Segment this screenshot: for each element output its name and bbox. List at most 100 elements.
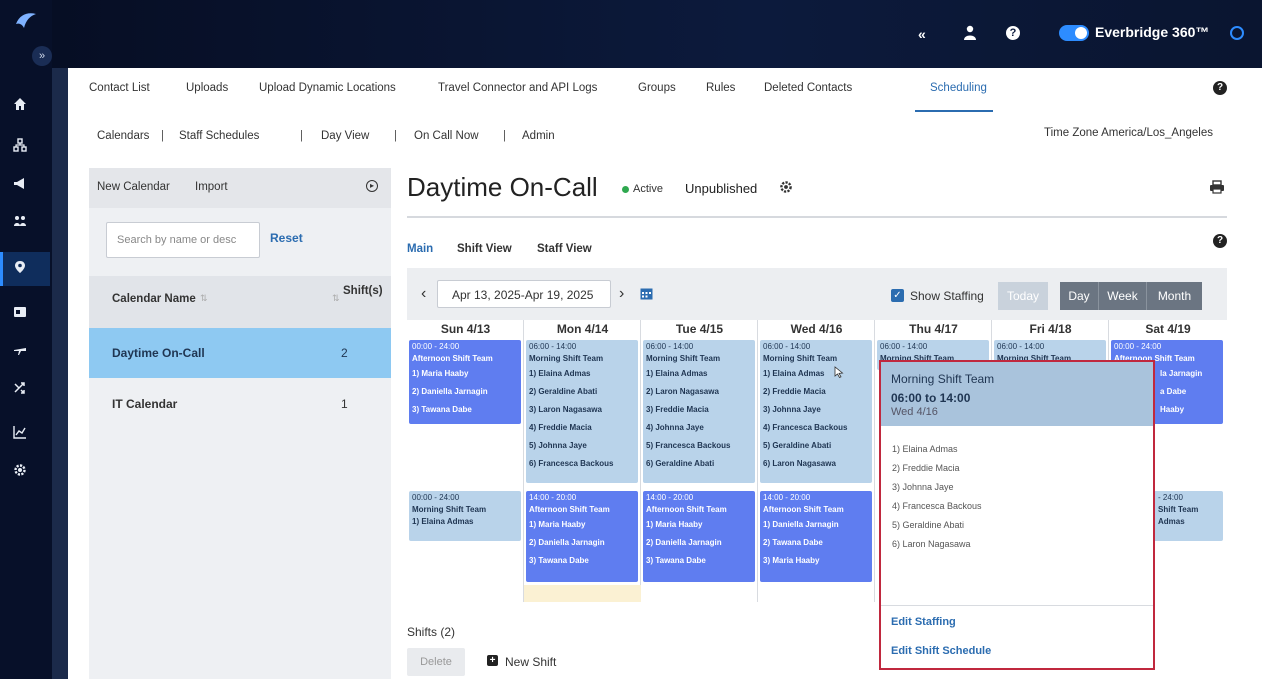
shifts-count-label: Shifts (2) [407,625,456,639]
travel-icon[interactable] [10,342,30,362]
subtab-on-call-now[interactable]: On Call Now [414,130,479,142]
prev-week-icon[interactable]: ‹ [421,285,426,303]
popup-staff-name: 6) Laron Nagasawa [892,539,971,549]
shift-time: 00:00 - 24:00 [1114,342,1162,351]
timezone-label: Time Zone America/Los_Angeles [1044,127,1213,139]
tab-scheduling[interactable]: Scheduling [930,82,987,94]
subtab-staff-schedules[interactable]: Staff Schedules [179,130,259,142]
today-button[interactable]: Today [998,282,1048,310]
import-link[interactable]: Import [195,181,228,193]
shift-time: 06:00 - 14:00 [880,342,928,351]
subtab-day-view[interactable]: Day View [321,130,369,142]
calendar-search-input[interactable]: Search by name or desc [106,222,260,258]
view-tab-shift-view[interactable]: Shift View [457,243,512,255]
calendar-picker-icon[interactable] [640,287,653,305]
calendar-settings-icon[interactable] [779,180,793,199]
week-view-button[interactable]: Week [1098,282,1146,310]
help-icon[interactable]: ? [1006,26,1020,40]
edit-shift-schedule-link[interactable]: Edit Shift Schedule [891,645,991,657]
page-help-icon[interactable]: ? [1213,81,1227,95]
add-icon[interactable]: + [487,655,498,666]
column-shifts[interactable]: Shift(s) [343,285,383,297]
staff-name: 2) Freddie Macia [763,387,826,396]
staff-name: 2) Laron Nagasawa [646,387,719,396]
print-icon[interactable] [1209,180,1225,199]
popup-date: Wed 4/16 [891,406,938,418]
tab-deleted-contacts[interactable]: Deleted Contacts [764,82,852,94]
new-shift-button[interactable]: New Shift [505,655,556,669]
people-icon[interactable] [10,213,30,233]
column-calendar-name[interactable]: Calendar Name [112,293,196,305]
subnav-separator: | [161,130,164,142]
calendar-title: Daytime On-Call [407,172,598,202]
shift-block[interactable]: 06:00 - 14:00 Morning Shift Team 1) Elai… [526,340,638,483]
popup-staff-name: 1) Elaina Admas [892,444,958,454]
shift-block[interactable]: 06:00 - 14:00 Morning Shift Team 1) Elai… [760,340,872,483]
view-tab-main[interactable]: Main [407,243,433,255]
shift-team: Afternoon Shift Team [412,354,493,363]
subtab-admin[interactable]: Admin [522,130,555,142]
megaphone-icon[interactable] [10,176,30,196]
shift-block[interactable]: 00:00 - 24:00 Morning Shift Team 1) Elai… [409,491,521,541]
show-staffing-checkbox[interactable]: ✓ [891,289,904,302]
user-icon[interactable] [963,25,977,46]
tab-upload-dynamic-locations[interactable]: Upload Dynamic Locations [259,82,396,94]
staff-name: Admas [1158,517,1185,526]
sort-icon[interactable]: ⇅ [200,293,208,304]
staff-name: 4) Johnna Jaye [646,423,704,432]
edit-staffing-link[interactable]: Edit Staffing [891,616,956,628]
staff-name: 1) Elaina Admas [763,369,825,378]
popup-staff-name: 3) Johnna Jaye [892,482,954,492]
logo-icon[interactable] [14,10,38,32]
toggle-switch[interactable] [1059,25,1089,41]
staff-name: 4) Francesca Backous [763,423,848,432]
tab-rules[interactable]: Rules [706,82,735,94]
home-icon[interactable] [10,96,30,116]
calendar-row-name[interactable]: Daytime On-Call [112,346,205,360]
day-view-button[interactable]: Day [1060,282,1098,310]
shift-block[interactable]: 14:00 - 20:00 Afternoon Shift Team 1) Da… [760,491,872,582]
settings-ring-icon[interactable] [1230,26,1244,40]
today-highlight [524,585,641,602]
sidebar-expand-button[interactable]: » [32,46,52,66]
tab-travel-connector[interactable]: Travel Connector and API Logs [438,82,597,94]
sort-icon[interactable]: ⇅ [332,293,340,304]
shift-block[interactable]: 14:00 - 20:00 Afternoon Shift Team 1) Ma… [643,491,755,582]
subtab-calendars[interactable]: Calendars [97,130,149,142]
staff-name: 2) Daniella Jarnagin [646,538,722,547]
gear-icon[interactable] [10,462,30,482]
shift-block[interactable]: 06:00 - 14:00 Morning Shift Team 1) Elai… [643,340,755,483]
day-header: Sat 4/19 [1145,322,1191,336]
collapse-icon[interactable]: « [918,26,926,42]
day-header: Thu 4/17 [909,322,958,336]
month-view-button[interactable]: Month [1146,282,1202,310]
staff-name: 2) Geraldine Abati [529,387,598,396]
new-calendar-link[interactable]: New Calendar [97,181,170,193]
reset-button[interactable]: Reset [270,231,303,245]
shift-time: 14:00 - 20:00 [763,493,811,502]
next-week-icon[interactable]: › [619,285,624,303]
tab-groups[interactable]: Groups [638,82,676,94]
shift-team: Morning Shift Team [646,354,721,363]
staff-name: 6) Geraldine Abati [646,459,715,468]
tab-contact-list[interactable]: Contact List [89,82,150,94]
org-icon[interactable] [10,137,30,157]
location-icon[interactable] [10,259,30,279]
crossed-arrows-icon[interactable] [10,380,30,400]
collapse-panel-icon[interactable]: ▸ [366,180,378,192]
calendar-row-shifts: 1 [341,397,348,411]
calendar-row-name[interactable]: IT Calendar [112,397,177,411]
date-range-field[interactable]: Apr 13, 2025-Apr 19, 2025 [437,280,611,308]
shift-time: 00:00 - 24:00 [412,342,460,351]
id-card-icon[interactable] [10,304,30,324]
analytics-icon[interactable] [10,424,30,444]
popup-team: Morning Shift Team [891,372,995,386]
shift-block[interactable]: 00:00 - 24:00 Afternoon Shift Team 1) Ma… [409,340,521,424]
shift-team: Shift Team [1158,505,1199,514]
tab-uploads[interactable]: Uploads [186,82,228,94]
popup-staff-name: 5) Geraldine Abati [892,520,965,530]
delete-button[interactable]: Delete [407,648,465,676]
calendar-help-icon[interactable]: ? [1213,234,1227,248]
shift-block[interactable]: 14:00 - 20:00 Afternoon Shift Team 1) Ma… [526,491,638,582]
view-tab-staff-view[interactable]: Staff View [537,243,592,255]
